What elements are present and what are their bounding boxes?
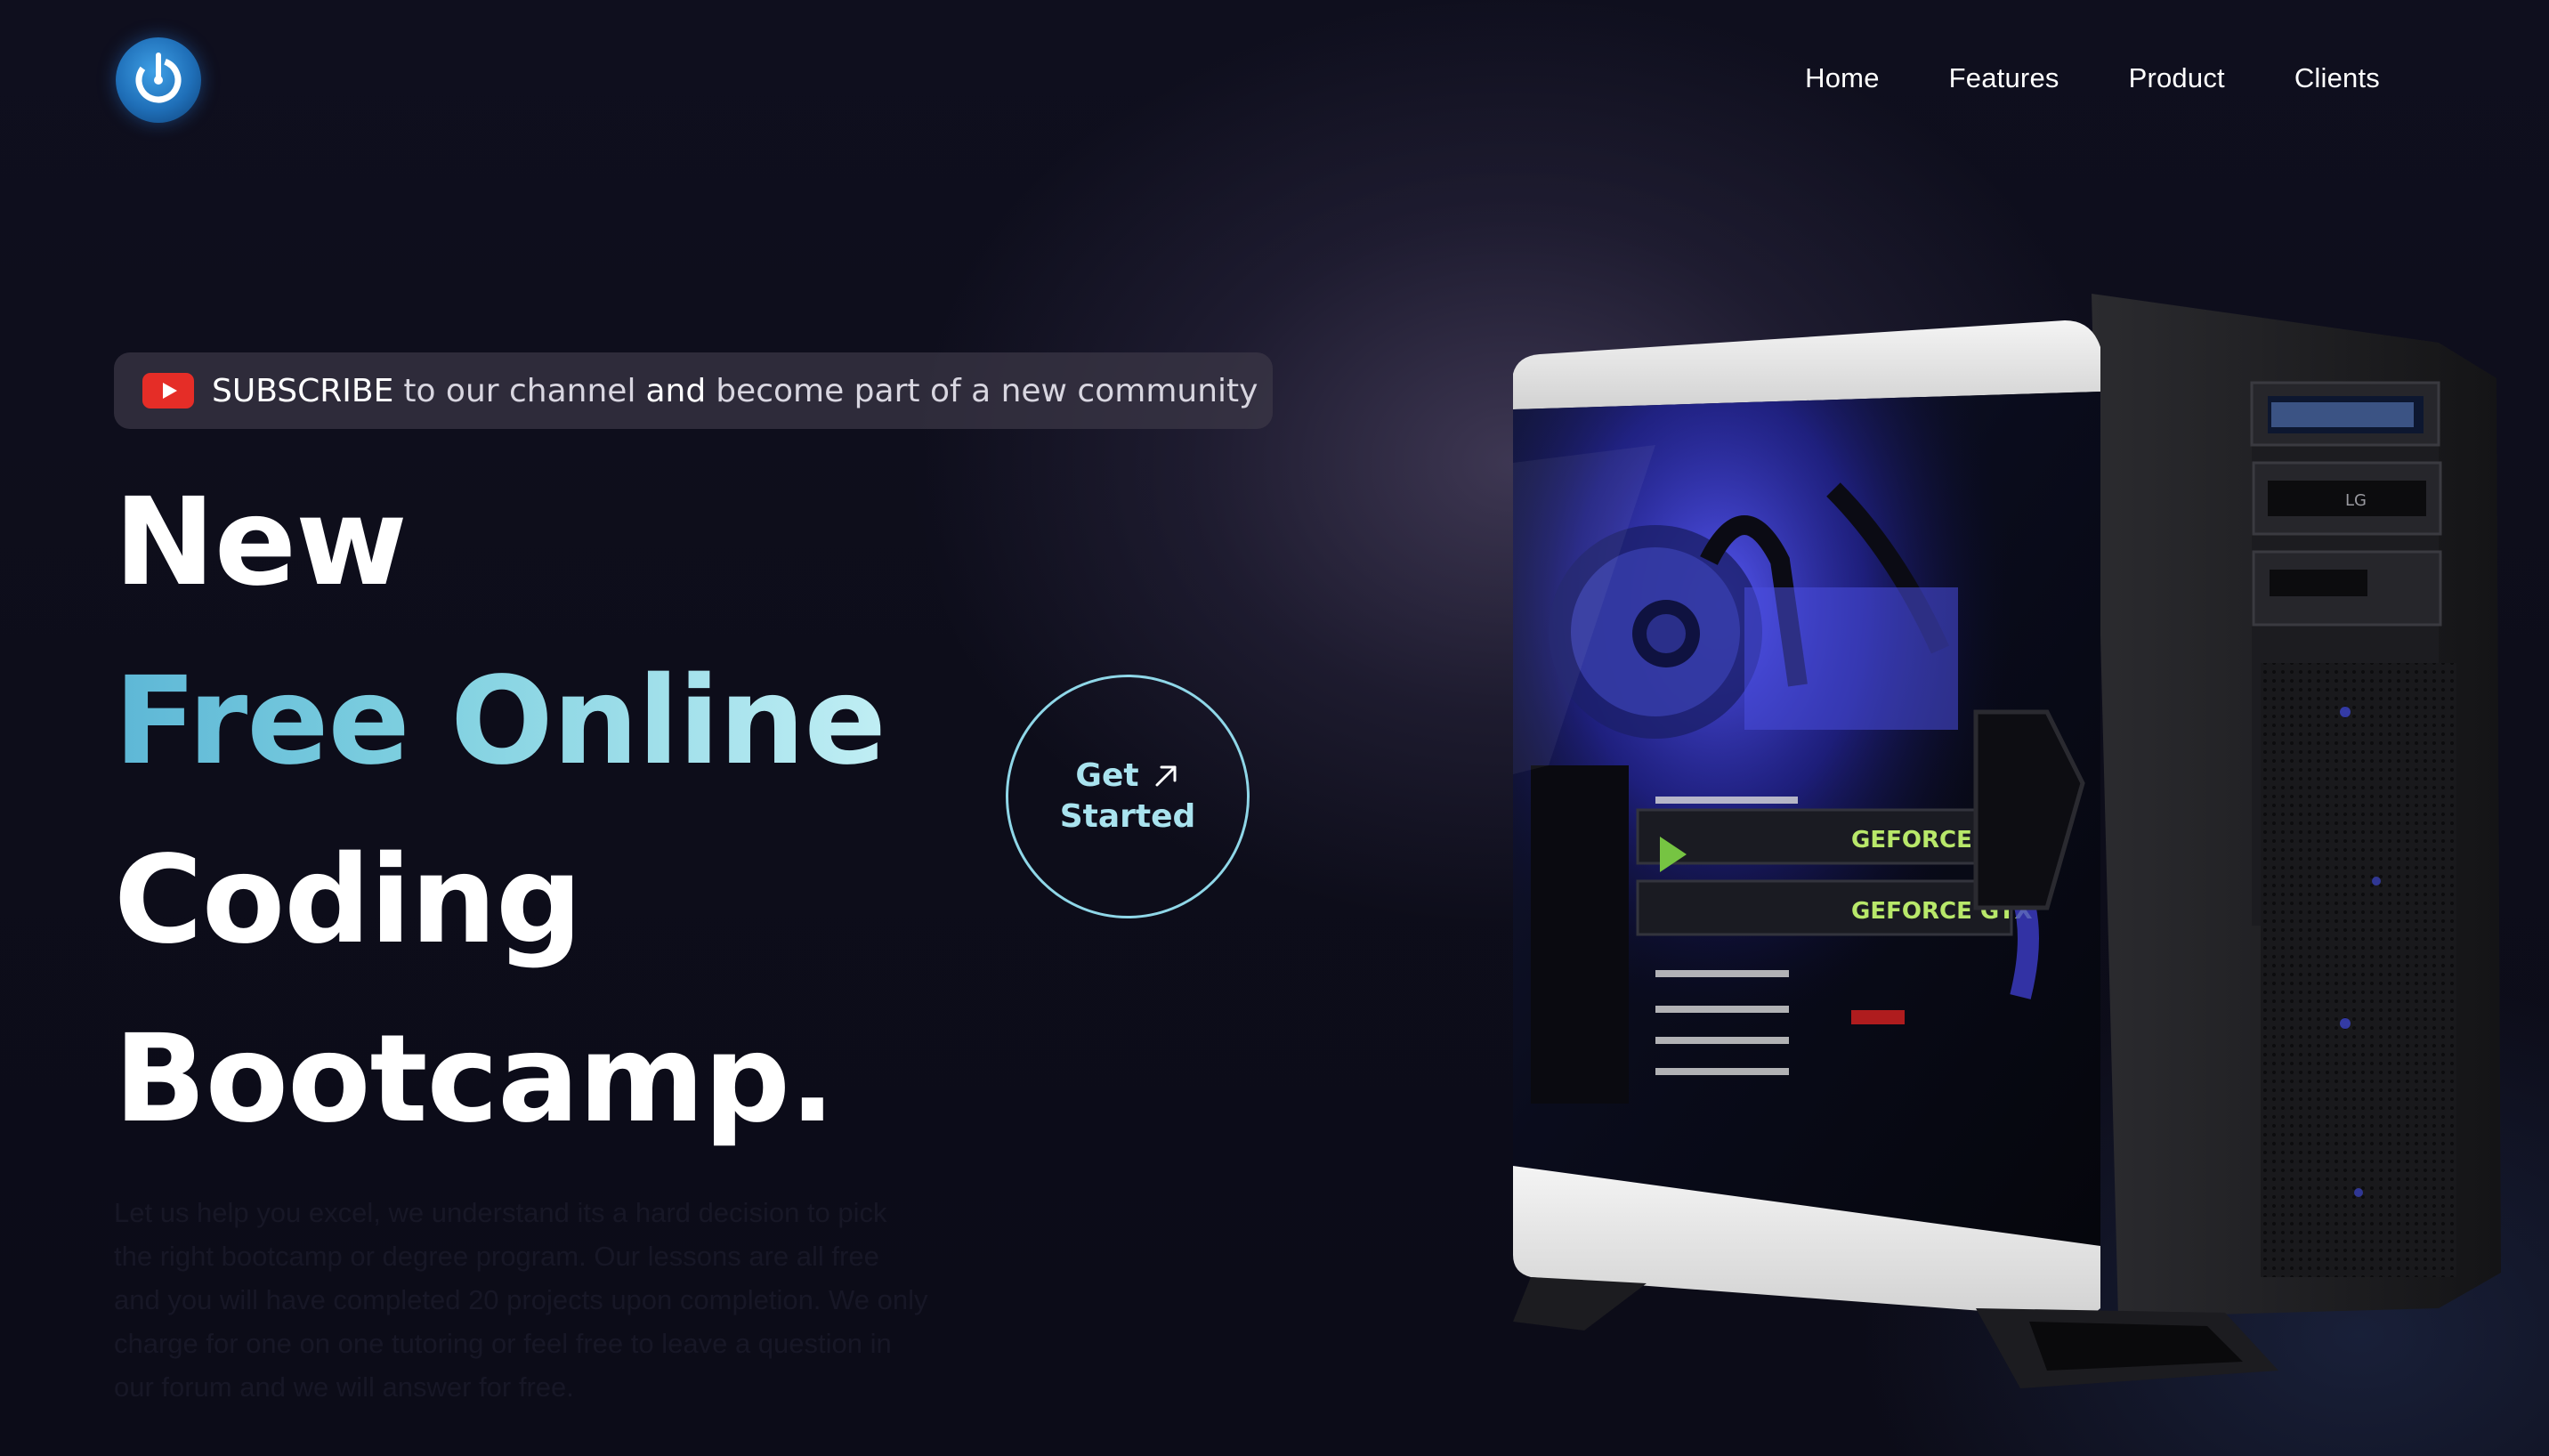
- nav-clients[interactable]: Clients: [2294, 62, 2380, 94]
- headline-line-1: New: [114, 473, 408, 613]
- hero-headline: New Free Online Coding Bootcamp.: [114, 454, 886, 1169]
- cta-label-line-2: Started: [1059, 798, 1196, 835]
- nav-product[interactable]: Product: [2129, 62, 2225, 94]
- subscribe-word: SUBSCRIBE: [212, 372, 394, 409]
- headline-line-3: Coding: [114, 830, 582, 971]
- headline-line-4: Bootcamp.: [114, 1009, 836, 1150]
- pc-case-image: LG GEFORCE GTX GEFORCE GTX: [1513, 294, 2501, 1388]
- nav-home[interactable]: Home: [1805, 62, 1880, 94]
- subscribe-banner[interactable]: SUBSCRIBE to our channel and become part…: [114, 352, 1273, 429]
- subscribe-text-1: to our channel: [403, 372, 636, 409]
- power-logo[interactable]: [116, 37, 201, 123]
- arrow-up-right-icon: [1155, 765, 1177, 787]
- landing-page: Home Features Product Clients SUBSCRIBE …: [0, 0, 2549, 1456]
- power-icon: [135, 53, 182, 103]
- youtube-icon: [142, 373, 194, 408]
- nav-features[interactable]: Features: [1949, 62, 2059, 94]
- cta-label-line-1: Get: [1075, 757, 1139, 794]
- main-nav: Home Features Product Clients: [1805, 62, 2380, 94]
- get-started-button[interactable]: Get Started: [1006, 675, 1250, 918]
- drive-brand-label: LG: [2345, 491, 2367, 510]
- headline-line-2: Free Online: [114, 633, 886, 812]
- subscribe-text-2: become part of a new community: [716, 372, 1258, 409]
- hero-description: Let us help you excel, we understand its…: [114, 1197, 928, 1403]
- subscribe-and: and: [645, 372, 707, 409]
